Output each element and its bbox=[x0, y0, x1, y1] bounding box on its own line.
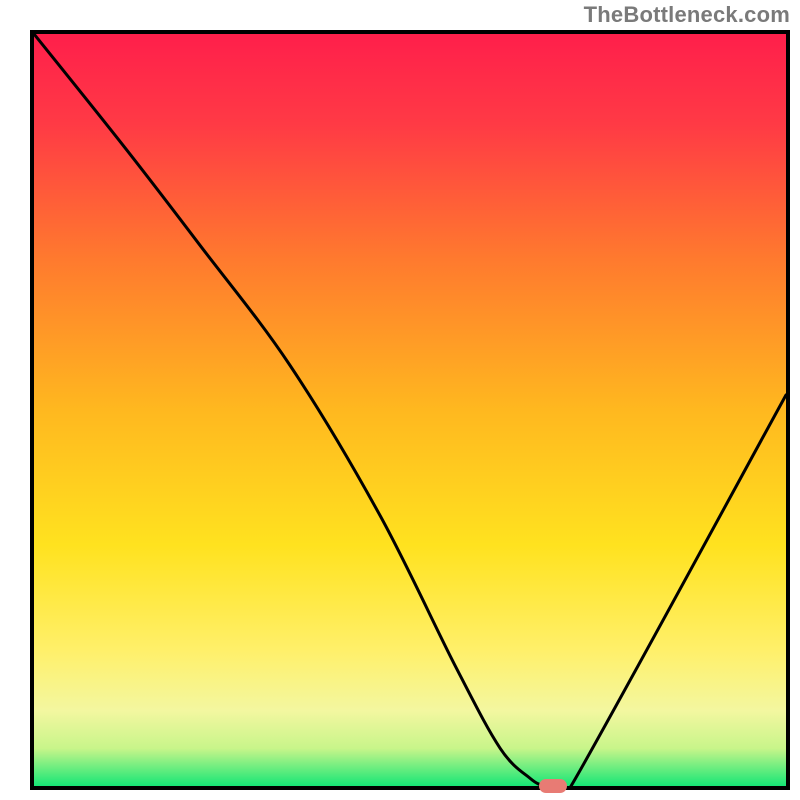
optimal-point-marker bbox=[539, 779, 567, 793]
plot-svg bbox=[34, 34, 786, 786]
plot-frame bbox=[30, 30, 790, 790]
gradient-background bbox=[34, 34, 786, 786]
attribution-watermark: TheBottleneck.com bbox=[584, 2, 790, 28]
chart-container: TheBottleneck.com bbox=[0, 0, 800, 800]
